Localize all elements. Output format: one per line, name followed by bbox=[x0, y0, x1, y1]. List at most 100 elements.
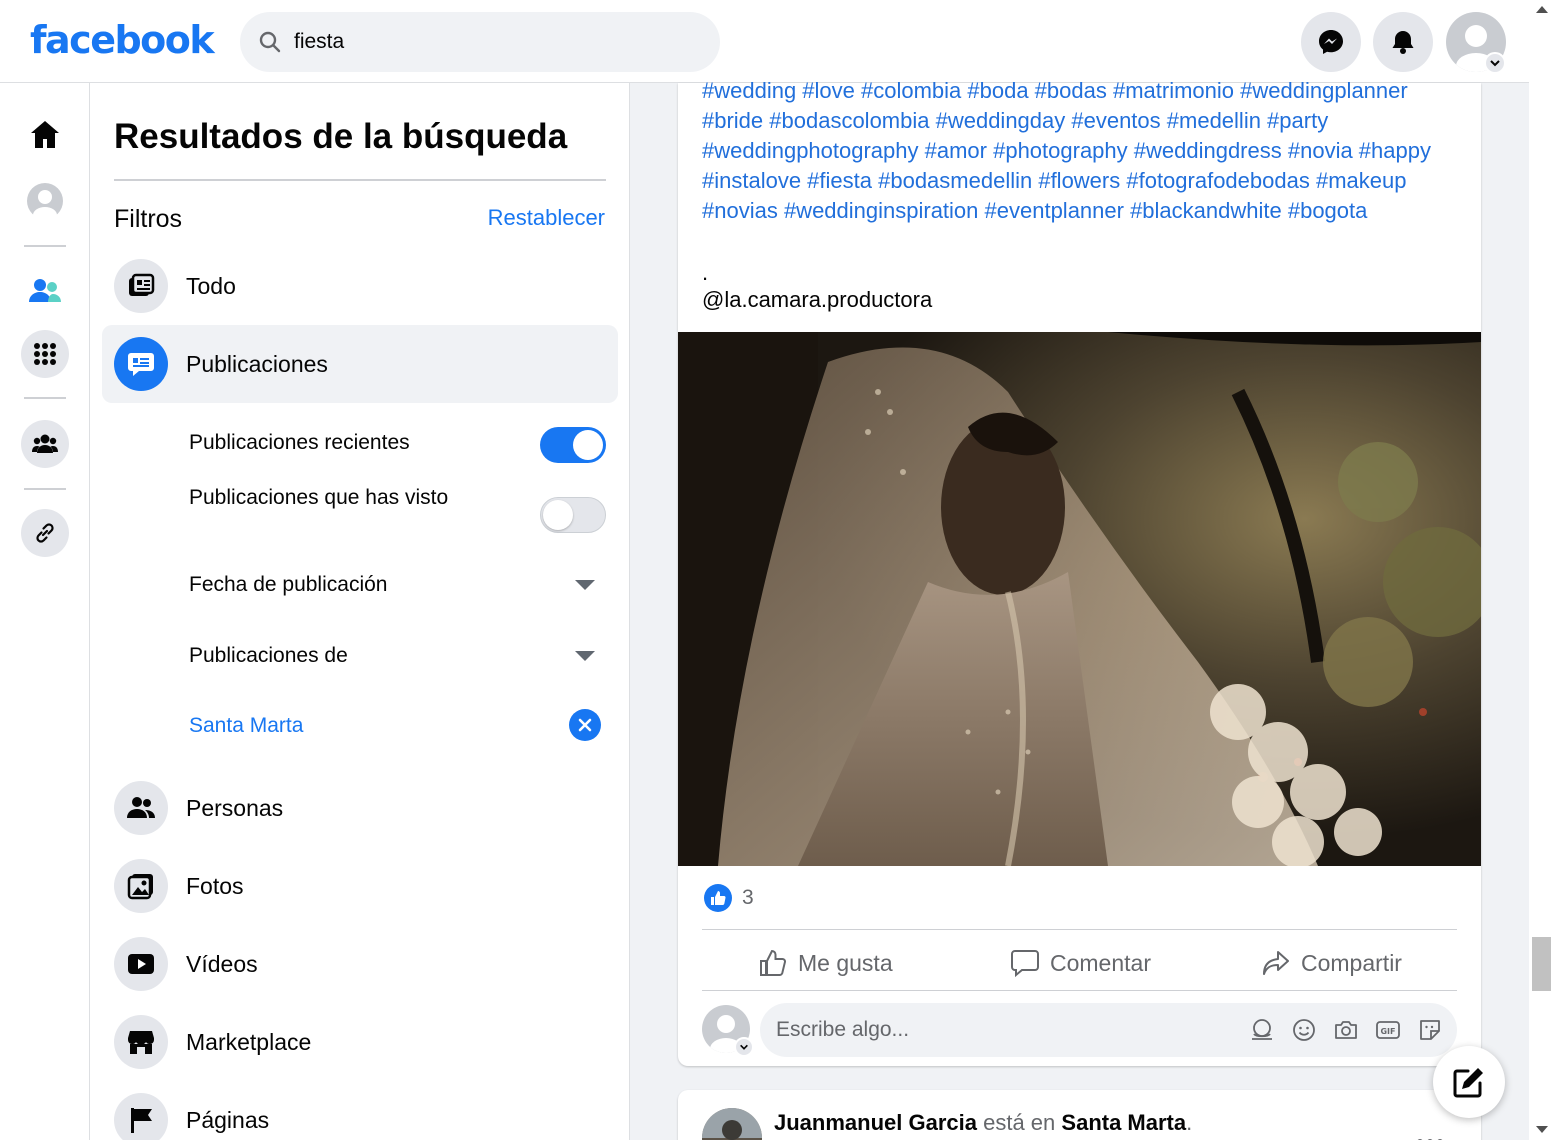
search-input[interactable] bbox=[294, 26, 694, 58]
emoji-icon[interactable] bbox=[1290, 1016, 1318, 1044]
title-divider bbox=[114, 179, 606, 181]
photos-icon bbox=[114, 859, 168, 913]
sticker-icon[interactable] bbox=[1416, 1016, 1444, 1044]
messenger-icon bbox=[1319, 30, 1343, 54]
marketplace-icon bbox=[114, 1015, 168, 1069]
author-avatar[interactable] bbox=[702, 1108, 762, 1140]
home-button[interactable] bbox=[21, 111, 69, 159]
rail-divider bbox=[24, 488, 66, 490]
links-button[interactable] bbox=[21, 509, 69, 557]
caret-down-icon[interactable] bbox=[575, 580, 595, 590]
actions-divider-bottom bbox=[702, 990, 1457, 991]
like-button-label: Me gusta bbox=[798, 949, 893, 976]
account-menu-button[interactable] bbox=[1484, 52, 1506, 74]
friends-icon bbox=[29, 279, 61, 302]
groups-icon bbox=[32, 434, 58, 453]
grid-menu-icon bbox=[34, 343, 56, 365]
gif-icon[interactable]: GIF bbox=[1374, 1016, 1402, 1044]
page-scrollbar[interactable] bbox=[1529, 0, 1554, 1140]
author-name[interactable]: Juanmanuel Garcia bbox=[774, 1110, 977, 1135]
filter-category-all[interactable]: Todo bbox=[102, 247, 618, 325]
recent-posts-label: Publicaciones recientes bbox=[189, 431, 410, 454]
feed-icon bbox=[114, 259, 168, 313]
scrollbar-thumb[interactable] bbox=[1532, 937, 1551, 991]
profile-avatar-icon bbox=[27, 183, 63, 220]
share-button[interactable]: Compartir bbox=[1261, 943, 1402, 983]
filter-category-label: Páginas bbox=[186, 1107, 270, 1133]
connector-text: está en bbox=[983, 1110, 1056, 1135]
chevron-down-icon bbox=[1490, 60, 1500, 67]
post-photo[interactable] bbox=[678, 332, 1481, 866]
date-filter-label[interactable]: Fecha de publicación bbox=[189, 570, 387, 600]
groups-button[interactable] bbox=[21, 420, 69, 468]
recent-posts-toggle[interactable] bbox=[540, 427, 606, 463]
link-icon bbox=[36, 523, 54, 543]
notifications-button[interactable] bbox=[1373, 12, 1433, 72]
bell-icon bbox=[1392, 31, 1414, 54]
place-name[interactable]: Santa Marta bbox=[1061, 1110, 1186, 1135]
thumbs-up-icon bbox=[760, 949, 786, 976]
filter-category-photos[interactable]: Fotos bbox=[102, 847, 618, 925]
toggle-knob bbox=[573, 430, 603, 460]
post-text-dot: . bbox=[702, 260, 709, 285]
author-photo-image bbox=[702, 1108, 762, 1140]
seen-posts-toggle[interactable] bbox=[540, 497, 606, 533]
messenger-button[interactable] bbox=[1301, 12, 1361, 72]
post-hashtags[interactable]: #wedding #love #colombia #boda #bodas #m… bbox=[702, 76, 1462, 226]
facebook-logo[interactable]: facebook bbox=[30, 18, 215, 62]
home-icon bbox=[31, 121, 59, 148]
like-count: 3 bbox=[742, 886, 754, 909]
chevron-down-icon bbox=[740, 1044, 748, 1050]
profile-button[interactable] bbox=[21, 177, 69, 225]
location-filter-value[interactable]: Santa Marta bbox=[189, 711, 303, 741]
reset-filters-link[interactable]: Restablecer bbox=[488, 205, 605, 231]
filter-category-label: Fotos bbox=[186, 873, 244, 899]
toggle-knob bbox=[543, 500, 573, 530]
scroll-down-arrow-icon[interactable] bbox=[1536, 1126, 1548, 1133]
filter-category-marketplace[interactable]: Marketplace bbox=[102, 1003, 618, 1081]
search-bar[interactable] bbox=[240, 12, 720, 72]
post-options-button[interactable] bbox=[1416, 1126, 1444, 1140]
filter-category-label: Vídeos bbox=[186, 951, 258, 977]
new-message-button[interactable] bbox=[1433, 1046, 1505, 1118]
post-card: #wedding #love #colombia #boda #bodas #m… bbox=[678, 78, 1481, 1066]
like-button[interactable]: Me gusta bbox=[758, 943, 893, 983]
friends-button[interactable] bbox=[21, 267, 69, 315]
camera-icon[interactable] bbox=[1332, 1016, 1360, 1044]
comment-box[interactable]: GIF bbox=[760, 1003, 1457, 1057]
share-button-label: Compartir bbox=[1301, 949, 1402, 976]
post-mention: @la.camara.productora bbox=[702, 287, 933, 312]
menu-button[interactable] bbox=[21, 330, 69, 378]
search-filters-panel: Resultados de la búsqueda Filtros Restab… bbox=[90, 83, 630, 1140]
scroll-up-arrow-icon[interactable] bbox=[1536, 6, 1548, 13]
filter-category-pages[interactable]: Páginas bbox=[102, 1081, 618, 1140]
comment-input[interactable] bbox=[776, 1015, 1196, 1045]
left-nav-rail bbox=[0, 83, 90, 1140]
commenter-menu-button[interactable] bbox=[734, 1037, 754, 1057]
page-title: Resultados de la búsqueda bbox=[114, 117, 568, 156]
caret-down-icon[interactable] bbox=[575, 651, 595, 661]
filters-heading: Filtros bbox=[114, 205, 183, 233]
compose-icon bbox=[1453, 1068, 1483, 1098]
seen-posts-label: Publicaciones que has visto bbox=[189, 486, 449, 509]
rail-divider bbox=[24, 397, 66, 399]
clear-location-button[interactable] bbox=[569, 709, 601, 741]
posts-from-label[interactable]: Publicaciones de bbox=[189, 641, 348, 671]
video-icon bbox=[114, 937, 168, 991]
comment-button[interactable]: Comentar bbox=[1010, 943, 1151, 983]
filter-category-label: Personas bbox=[186, 795, 284, 821]
filter-category-label: Publicaciones bbox=[186, 351, 328, 377]
avatar-sticker-icon[interactable] bbox=[1248, 1016, 1276, 1044]
bride-photo-image bbox=[678, 332, 1481, 866]
post-card: Juanmanuel Garcia está en Santa Marta. bbox=[678, 1090, 1481, 1140]
reactions-summary[interactable]: 3 bbox=[704, 884, 754, 912]
filter-category-people[interactable]: Personas bbox=[102, 769, 618, 847]
filter-category-videos[interactable]: Vídeos bbox=[102, 925, 618, 1003]
actions-divider-top bbox=[702, 929, 1457, 930]
like-reaction-icon bbox=[704, 884, 732, 912]
share-icon bbox=[1263, 951, 1289, 975]
search-icon bbox=[259, 31, 281, 53]
filter-category-posts[interactable]: Publicaciones bbox=[102, 325, 618, 403]
rail-divider bbox=[24, 245, 66, 247]
comment-button-label: Comentar bbox=[1050, 949, 1151, 976]
